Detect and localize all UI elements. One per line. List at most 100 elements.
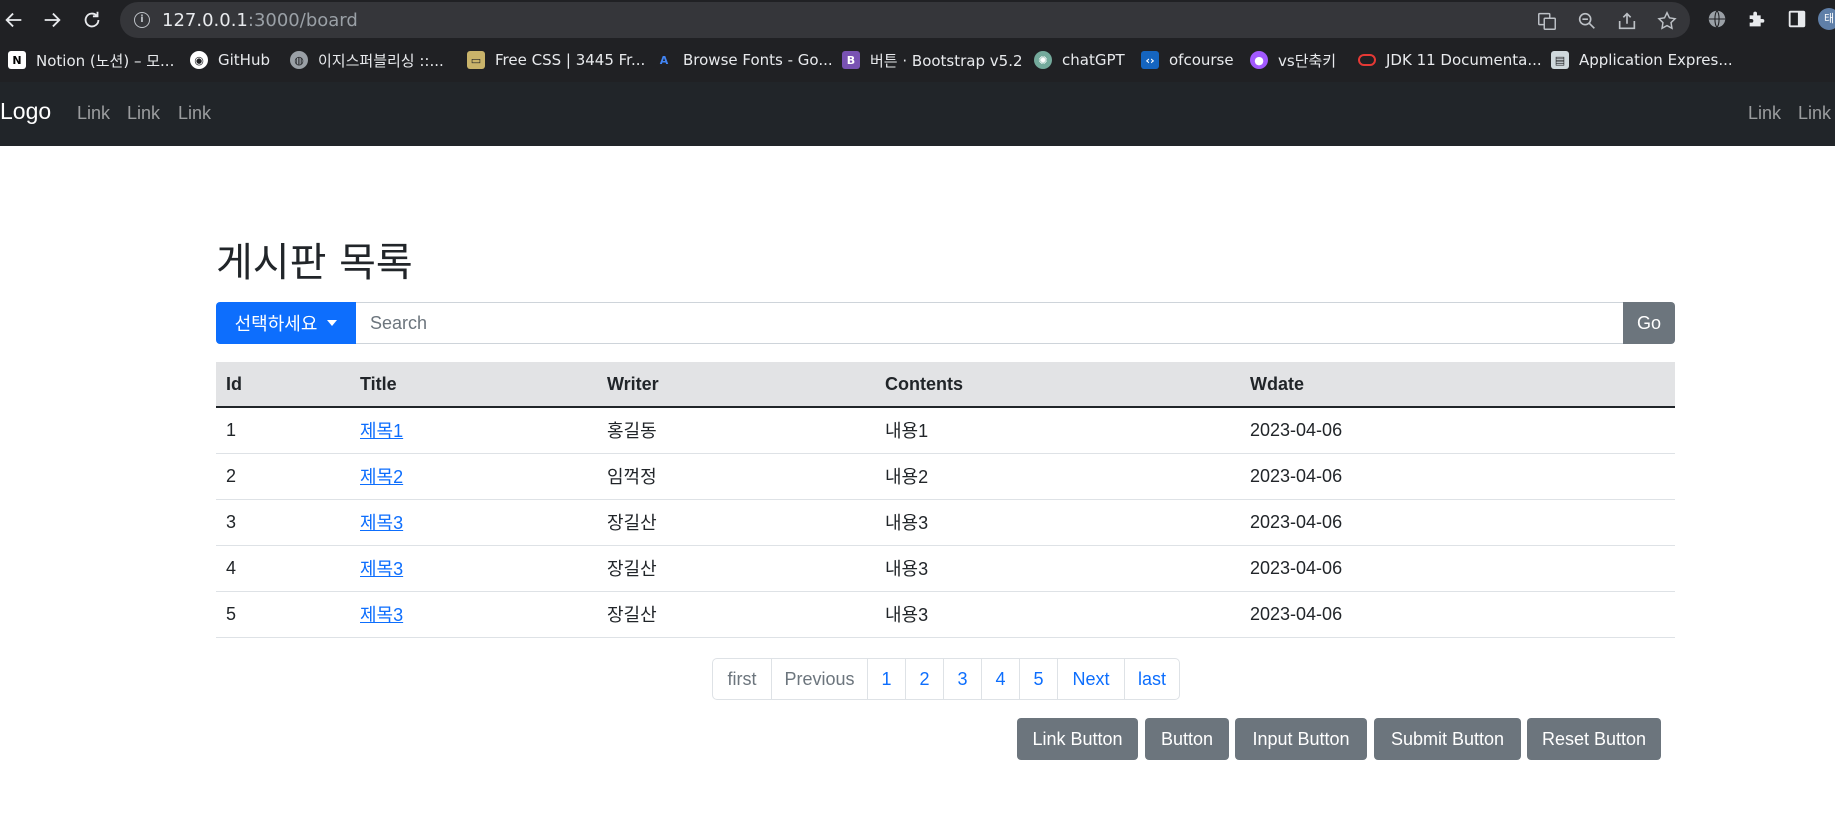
search-group: 선택하세요 Go	[216, 302, 1675, 344]
cell-contents: 내용2	[875, 453, 1240, 500]
cell-wdate: 2023-04-06	[1240, 545, 1675, 592]
plain-button[interactable]: Button	[1145, 718, 1229, 760]
cell-title: 제목3	[350, 591, 597, 638]
page-4[interactable]: 4	[981, 659, 1019, 699]
bookmark-label: ofcourse	[1169, 51, 1234, 69]
bookmarks-bar: N Notion (노션) – 모... ◉ GitHub ◍ 이지스퍼블리싱 ::.…	[0, 46, 1835, 74]
bookmark-label: 이지스퍼블리싱 ::...	[318, 51, 444, 70]
cell-writer: 장길산	[597, 545, 875, 592]
bootstrap-icon: B	[842, 51, 860, 69]
header-title: Title	[350, 362, 597, 408]
page-title: 게시판 목록	[216, 240, 413, 286]
cell-id: 3	[216, 499, 350, 546]
brand-logo[interactable]: Logo	[0, 98, 51, 125]
title-link[interactable]: 제목3	[360, 513, 403, 533]
header-contents: Contents	[875, 362, 1240, 408]
reset-button[interactable]: Reset Button	[1527, 718, 1661, 760]
bookmark-label: JDK 11 Documenta...	[1386, 51, 1542, 69]
nav-link-right-2[interactable]: Link	[1798, 103, 1831, 124]
cell-writer: 홍길동	[597, 407, 875, 454]
title-link[interactable]: 제목3	[360, 605, 403, 625]
bookmark-notion[interactable]: N Notion (노션) – 모...	[8, 46, 174, 74]
freecss-icon: ▭	[467, 51, 485, 69]
bookmark-label: Browse Fonts - Go...	[683, 51, 833, 69]
nav-link-right-1[interactable]: Link	[1748, 103, 1781, 124]
header-writer: Writer	[597, 362, 875, 408]
go-button[interactable]: Go	[1623, 302, 1675, 344]
page-3[interactable]: 3	[943, 659, 981, 699]
cell-contents: 내용3	[875, 499, 1240, 546]
cell-contents: 내용1	[875, 407, 1240, 454]
bookmark-label: chatGPT	[1062, 51, 1125, 69]
profile-avatar[interactable]: 태	[1818, 8, 1835, 30]
page-1[interactable]: 1	[867, 659, 905, 699]
header-id: Id	[216, 362, 350, 408]
bookmark-bootstrap[interactable]: B 버튼 · Bootstrap v5.2	[842, 46, 1023, 74]
code-icon: ‹›	[1141, 51, 1159, 69]
vpn-globe-icon[interactable]	[1706, 8, 1730, 32]
search-input[interactable]	[356, 302, 1623, 344]
oracle-icon	[1358, 54, 1376, 66]
forward-arrow-icon[interactable]	[40, 8, 64, 32]
bookmark-easyspub[interactable]: ◍ 이지스퍼블리싱 ::...	[290, 46, 444, 74]
side-panel-icon[interactable]	[1786, 8, 1810, 32]
input-button[interactable]: Input Button	[1235, 718, 1367, 760]
bookmark-label: vs단축키	[1278, 51, 1337, 70]
table-row: 1 제목1 홍길동 내용1 2023-04-06	[216, 407, 1675, 454]
cell-wdate: 2023-04-06	[1240, 591, 1675, 638]
page-2[interactable]: 2	[905, 659, 943, 699]
board-table: Id Title Writer Contents Wdate 1 제목1 홍길동…	[216, 362, 1675, 638]
reload-icon[interactable]	[80, 8, 104, 32]
table-row: 4 제목3 장길산 내용3 2023-04-06	[216, 545, 1675, 592]
page-icon: ▤	[1551, 51, 1569, 69]
zoom-icon[interactable]	[1576, 10, 1598, 32]
bookmark-freecss[interactable]: ▭ Free CSS | 3445 Fr...	[467, 46, 645, 74]
google-fonts-icon: A	[655, 51, 673, 69]
caret-down-icon	[327, 320, 338, 326]
bookmark-jdk11[interactable]: JDK 11 Documenta...	[1358, 46, 1542, 74]
page-first[interactable]: first	[713, 659, 771, 699]
search-type-dropdown[interactable]: 선택하세요	[216, 302, 356, 344]
page-previous[interactable]: Previous	[771, 659, 867, 699]
page-next[interactable]: Next	[1057, 659, 1124, 699]
cell-wdate: 2023-04-06	[1240, 407, 1675, 454]
nav-link-1[interactable]: Link	[77, 103, 110, 124]
bookmark-apex[interactable]: ▤ Application Expres...	[1551, 46, 1733, 74]
cell-id: 1	[216, 407, 350, 454]
title-link[interactable]: 제목2	[360, 467, 403, 487]
bookmark-github[interactable]: ◉ GitHub	[190, 46, 270, 74]
back-arrow-icon[interactable]	[2, 8, 26, 32]
url-text[interactable]: 127.0.0.1:3000/board	[162, 10, 358, 31]
cell-writer: 장길산	[597, 499, 875, 546]
nav-link-2[interactable]: Link	[127, 103, 160, 124]
page-last[interactable]: last	[1124, 659, 1179, 699]
translate-icon[interactable]	[1536, 10, 1558, 32]
github-icon: ◉	[190, 51, 208, 69]
cell-id: 2	[216, 453, 350, 500]
bookmark-label: Free CSS | 3445 Fr...	[495, 51, 646, 69]
cell-title: 제목3	[350, 545, 597, 592]
cell-writer: 장길산	[597, 591, 875, 638]
bookmark-label: Application Expres...	[1579, 51, 1733, 69]
page-5[interactable]: 5	[1019, 659, 1057, 699]
cell-id: 5	[216, 591, 350, 638]
title-link[interactable]: 제목1	[360, 421, 403, 441]
bookmark-star-icon[interactable]	[1656, 10, 1678, 32]
submit-button[interactable]: Submit Button	[1374, 718, 1521, 760]
globe-icon: ◍	[290, 51, 308, 69]
table-row: 2 제목2 임꺽정 내용2 2023-04-06	[216, 453, 1675, 500]
address-bar[interactable]: i 127.0.0.1:3000/board	[120, 2, 1690, 38]
extensions-puzzle-icon[interactable]	[1746, 8, 1770, 32]
bookmark-google-fonts[interactable]: A Browse Fonts - Go...	[655, 46, 833, 74]
cell-contents: 내용3	[875, 545, 1240, 592]
nav-link-3[interactable]: Link	[178, 103, 211, 124]
site-info-icon[interactable]: i	[134, 12, 150, 28]
bookmark-chatgpt[interactable]: ✺ chatGPT	[1034, 46, 1125, 74]
table-row: 3 제목3 장길산 내용3 2023-04-06	[216, 499, 1675, 546]
bookmark-vs-shortcuts[interactable]: ● vs단축키	[1250, 46, 1336, 74]
bookmark-ofcourse[interactable]: ‹› ofcourse	[1141, 46, 1234, 74]
cell-contents: 내용3	[875, 591, 1240, 638]
share-icon[interactable]	[1616, 10, 1638, 32]
title-link[interactable]: 제목3	[360, 559, 403, 579]
link-button[interactable]: Link Button	[1017, 718, 1138, 760]
